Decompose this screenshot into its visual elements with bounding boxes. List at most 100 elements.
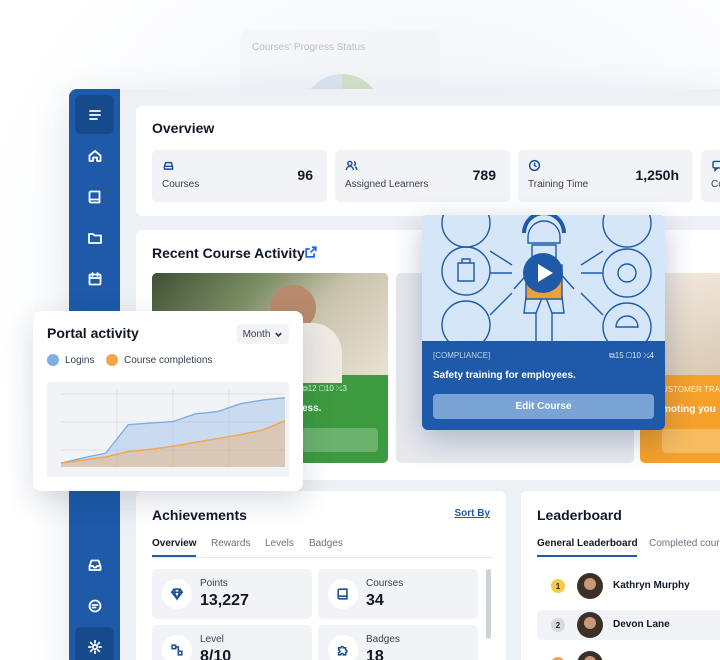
menu-button[interactable]: [75, 95, 114, 134]
leaderboard-name: Kathryn Murphy: [613, 580, 690, 591]
courses-progress-title: Courses' Progress Status: [252, 42, 366, 53]
stat-partial[interactable]: Co: [701, 150, 720, 202]
avatar: [577, 612, 603, 638]
tab-general-leaderboard[interactable]: General Leaderboard: [537, 538, 638, 549]
rank-badge: 1: [551, 579, 565, 593]
tile-label: Level: [200, 634, 224, 645]
edit-course-button[interactable]: Edit Course: [433, 394, 654, 419]
leaderboard-panel: Leaderboard General Leaderboard Complete…: [521, 491, 720, 660]
achievements-tabs: Overview Rewards Levels Badges: [152, 538, 492, 558]
tab-underline: [537, 555, 637, 557]
stat-assigned-learners[interactable]: Assigned Learners 789: [335, 150, 510, 202]
course-title: ess.: [302, 403, 322, 414]
achievement-tile-points[interactable]: Points 13,227: [152, 569, 312, 619]
tile-icon-wrap: [162, 635, 192, 660]
legend-dot: [47, 354, 59, 366]
course-stats: ⧉15 ▢10 ⤯4: [609, 351, 654, 360]
book-icon: [337, 588, 348, 600]
legend-label: Logins: [65, 354, 95, 366]
tab-completed-courses[interactable]: Completed cour: [649, 538, 720, 549]
leaderboard-row[interactable]: 3: [537, 649, 720, 660]
tab-levels[interactable]: Levels: [265, 538, 294, 549]
leaderboard-title: Leaderboard: [537, 507, 622, 523]
course-title: moting you: [662, 404, 716, 415]
achievements-scrollbar[interactable]: [486, 569, 491, 639]
achievements-panel: Achievements Sort By Overview Rewards Le…: [136, 491, 506, 660]
stat-label: Courses: [162, 179, 200, 190]
leaderboard-row[interactable]: 1 Kathryn Murphy: [537, 571, 720, 601]
achievement-tile-courses[interactable]: Courses 34: [318, 569, 478, 619]
course-category: [COMPLIANCE]: [433, 351, 491, 360]
chevron-down-icon: [275, 332, 283, 337]
tile-value: 18: [366, 648, 384, 660]
period-value: Month: [242, 328, 271, 340]
tile-icon-wrap: [328, 635, 358, 660]
sidebar-item-calendar[interactable]: [75, 259, 114, 298]
diamond-icon: [170, 588, 184, 601]
tile-label: Courses: [366, 578, 404, 589]
course-title: Safety training for employees.: [433, 370, 576, 381]
course-button[interactable]: [662, 429, 720, 453]
folder-icon: [87, 232, 102, 244]
avatar: [577, 573, 603, 599]
course-meta: USTOMER TRA: [662, 385, 720, 394]
sort-by-link[interactable]: Sort By: [454, 508, 490, 519]
menu-icon: [88, 109, 101, 120]
course-meta: ⧉12 ▢10 ⤯3: [302, 384, 347, 393]
home-icon: [88, 149, 101, 162]
portal-activity-card: Portal activity Month Logins Course comp…: [33, 311, 303, 491]
gear-icon: [87, 639, 102, 654]
tile-icon-wrap: [328, 579, 358, 609]
overview-title: Overview: [152, 120, 215, 136]
stat-courses[interactable]: Courses 96: [152, 150, 327, 202]
rank-badge: 2: [551, 618, 565, 632]
stat-value: 789: [472, 167, 496, 183]
puzzle-icon: [337, 645, 348, 656]
tile-label: Badges: [366, 634, 400, 645]
leaderboard-row[interactable]: 2 Devon Lane: [537, 610, 720, 640]
sidebar-item-inbox[interactable]: [75, 545, 114, 584]
achievements-title: Achievements: [152, 507, 247, 523]
period-dropdown[interactable]: Month: [237, 324, 289, 344]
overview-panel: Overview Courses 96 Assigned Learners 78…: [136, 106, 720, 216]
chat-icon: [88, 599, 101, 612]
users-icon: [345, 160, 358, 171]
sidebar-item-files[interactable]: [75, 218, 114, 257]
legend-label: Course completions: [124, 354, 213, 366]
external-link-icon[interactable]: [304, 245, 318, 259]
tab-rewards[interactable]: Rewards: [211, 538, 250, 549]
tab-overview[interactable]: Overview: [152, 538, 197, 557]
legend-item-completions: Course completions: [106, 354, 212, 366]
recent-course-activity-title: Recent Course Activity: [152, 245, 305, 261]
tile-value: 34: [366, 592, 384, 609]
sidebar-item-home[interactable]: [75, 136, 114, 175]
stat-value: 96: [297, 167, 313, 183]
leaderboard-name: Devon Lane: [613, 619, 670, 630]
featured-course-card[interactable]: [COMPLIANCE] ⧉15 ▢10 ⤯4 Safety training …: [422, 215, 665, 430]
stat-label: Training Time: [528, 179, 589, 190]
avatar: [577, 651, 603, 660]
tile-icon-wrap: [162, 579, 192, 609]
inbox-icon: [88, 559, 101, 571]
tile-label: Points: [200, 578, 228, 589]
car-icon: [163, 161, 174, 170]
calendar-icon: [88, 271, 101, 285]
sidebar-item-courses[interactable]: [75, 177, 114, 216]
achievement-tile-badges[interactable]: Badges 18: [318, 625, 478, 660]
level-icon: [171, 644, 183, 656]
tab-badges[interactable]: Badges: [309, 538, 343, 549]
safety-illustration: [422, 215, 665, 341]
course-button[interactable]: [302, 428, 378, 452]
legend-item-logins: Logins: [47, 354, 94, 366]
legend-dot: [106, 354, 118, 366]
stat-value: 1,250h: [635, 167, 679, 183]
tile-value: 13,227: [200, 592, 249, 609]
sidebar-item-settings[interactable]: [75, 627, 114, 660]
chat-icon: [712, 160, 720, 172]
achievement-tile-level[interactable]: Level 8/10: [152, 625, 312, 660]
stat-label: Assigned Learners: [345, 179, 429, 190]
portal-activity-title: Portal activity: [47, 325, 139, 341]
stat-label: Co: [711, 179, 720, 190]
sidebar-item-chat[interactable]: [75, 586, 114, 625]
stat-training-time[interactable]: Training Time 1,250h: [518, 150, 693, 202]
